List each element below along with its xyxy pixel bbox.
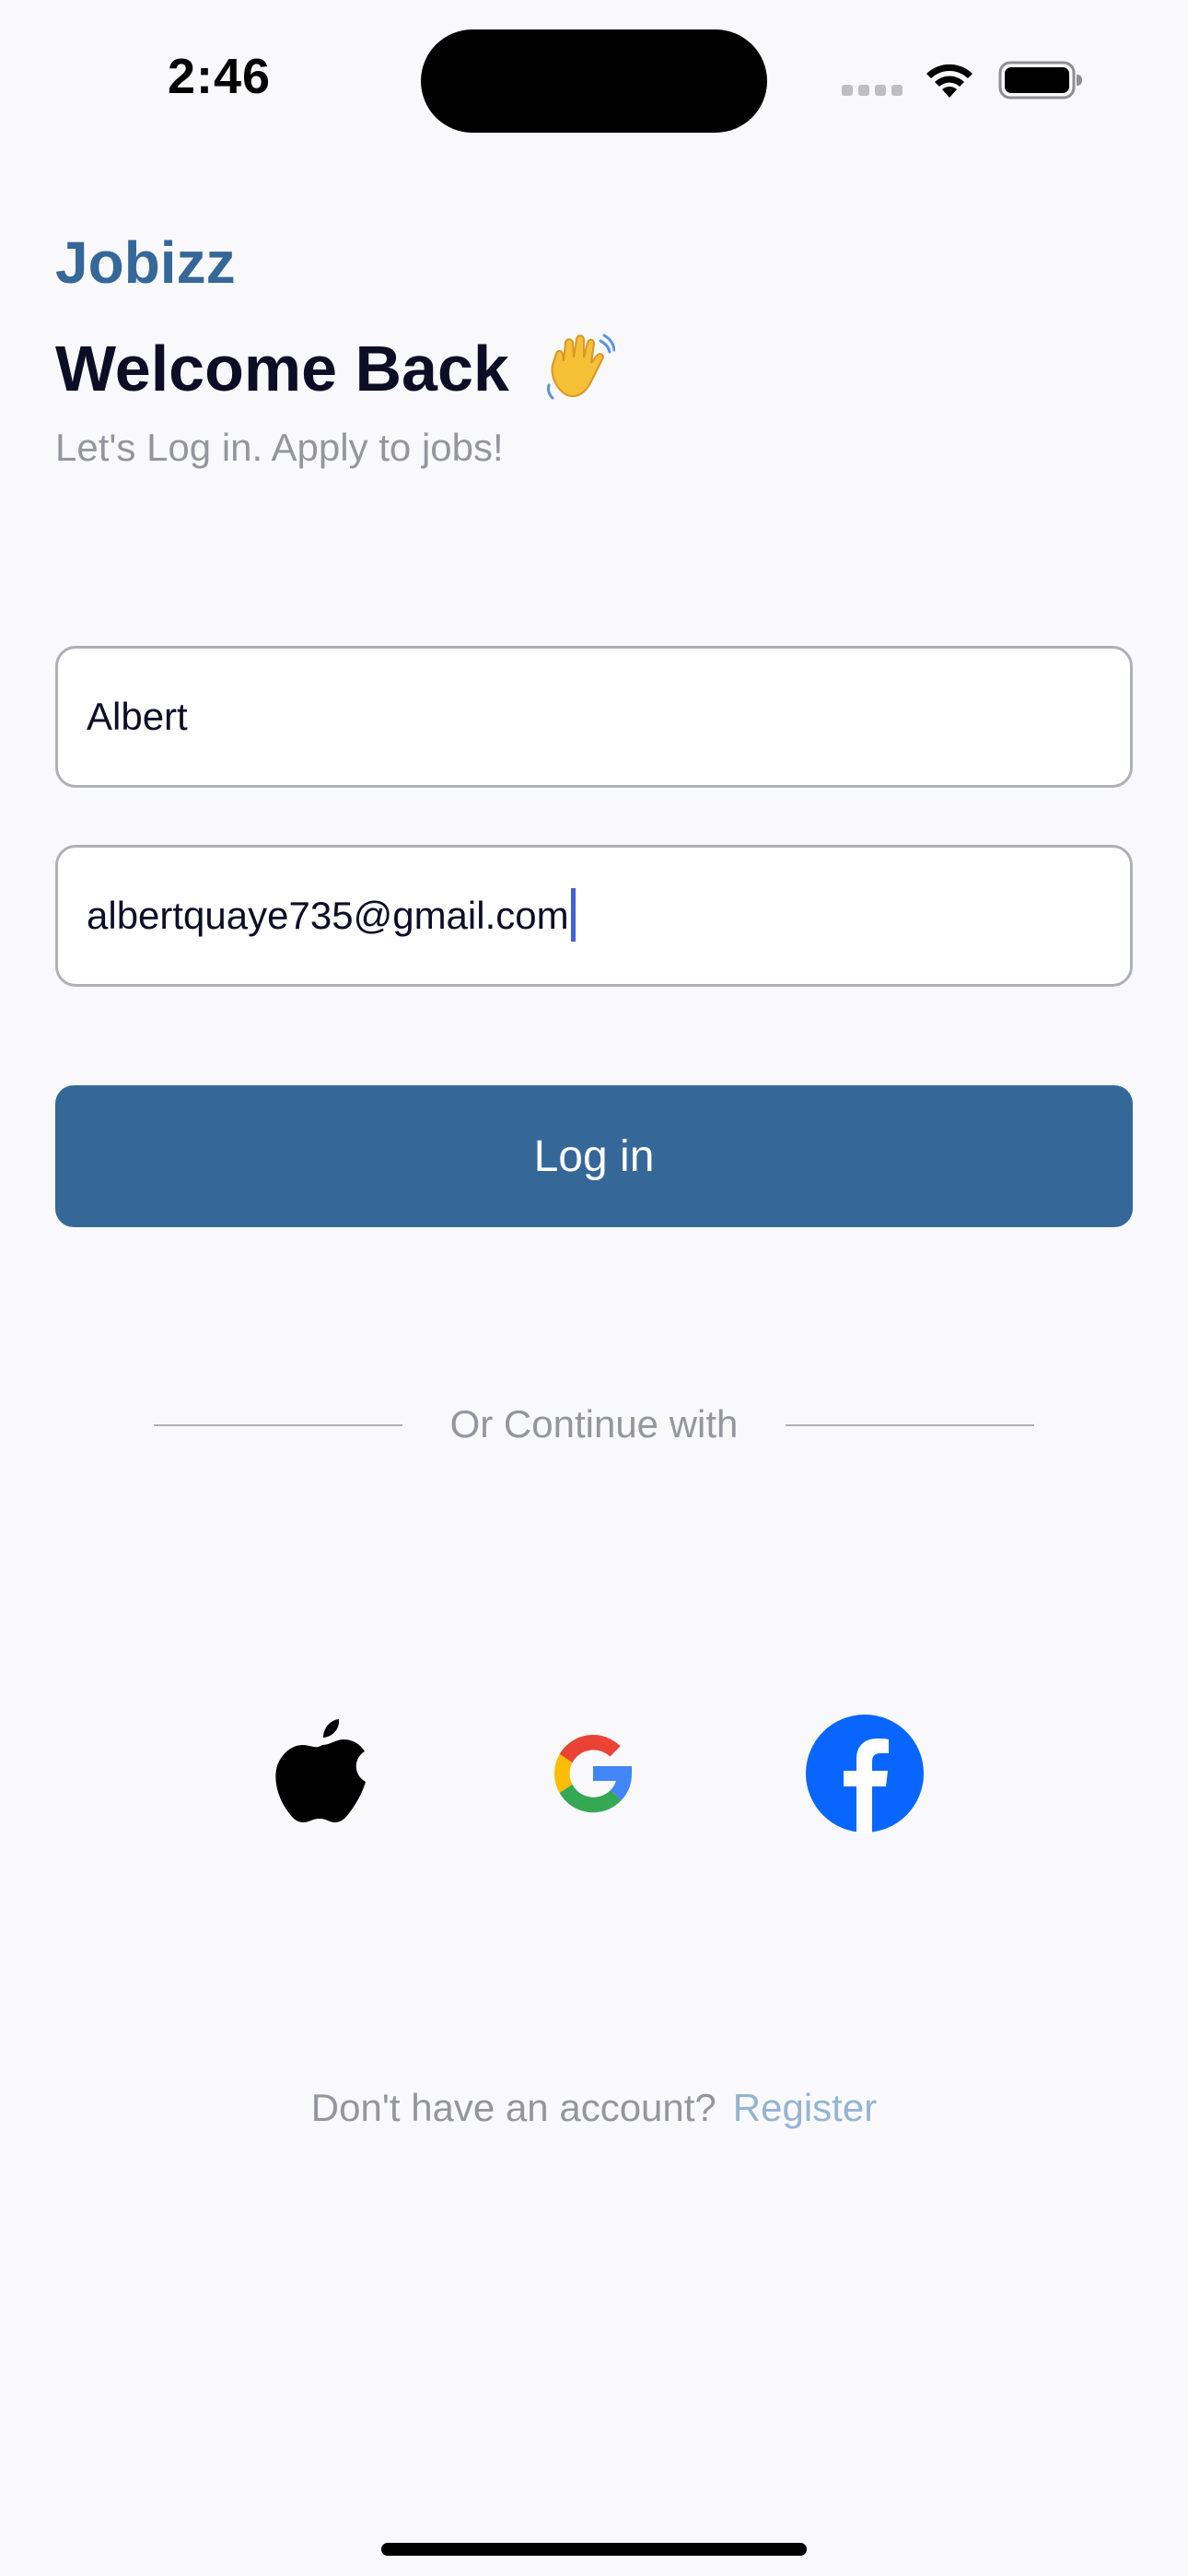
brand-logo-text: Jobizz — [55, 229, 236, 296]
home-indicator[interactable] — [381, 2543, 807, 2556]
login-button-label: Log in — [533, 1131, 655, 1181]
register-link[interactable]: Register — [733, 2086, 877, 2129]
name-input-value: Albert — [87, 695, 188, 738]
text-cursor — [570, 887, 576, 942]
facebook-icon[interactable] — [803, 1712, 926, 1835]
status-time: 2:46 — [168, 49, 272, 104]
dynamic-island — [421, 29, 767, 133]
google-icon[interactable] — [531, 1712, 655, 1835]
page-title-text: Welcome Back — [55, 333, 509, 404]
divider-line-right — [786, 1424, 1034, 1426]
divider-line-left — [154, 1424, 402, 1426]
apple-icon[interactable] — [261, 1712, 384, 1835]
email-input-value: albertquaye735@gmail.com — [87, 894, 569, 937]
register-prompt: Don't have an account? Register — [0, 2086, 1188, 2130]
email-input[interactable]: albertquaye735@gmail.com — [55, 845, 1133, 987]
page-title: Welcome Back — [55, 332, 616, 405]
cellular-signal-icon — [842, 85, 904, 98]
battery-icon — [998, 61, 1082, 100]
email-input-wrapper: albertquaye735@gmail.com — [87, 887, 576, 942]
waving-hand-icon — [547, 334, 616, 400]
page-subtitle: Let's Log in. Apply to jobs! — [55, 426, 504, 469]
wifi-icon — [926, 64, 973, 98]
login-button[interactable]: Log in — [55, 1085, 1133, 1227]
name-input[interactable]: Albert — [55, 646, 1133, 788]
register-prompt-text: Don't have an account? — [310, 2086, 716, 2129]
divider-text: Or Continue with — [449, 1402, 739, 1446]
